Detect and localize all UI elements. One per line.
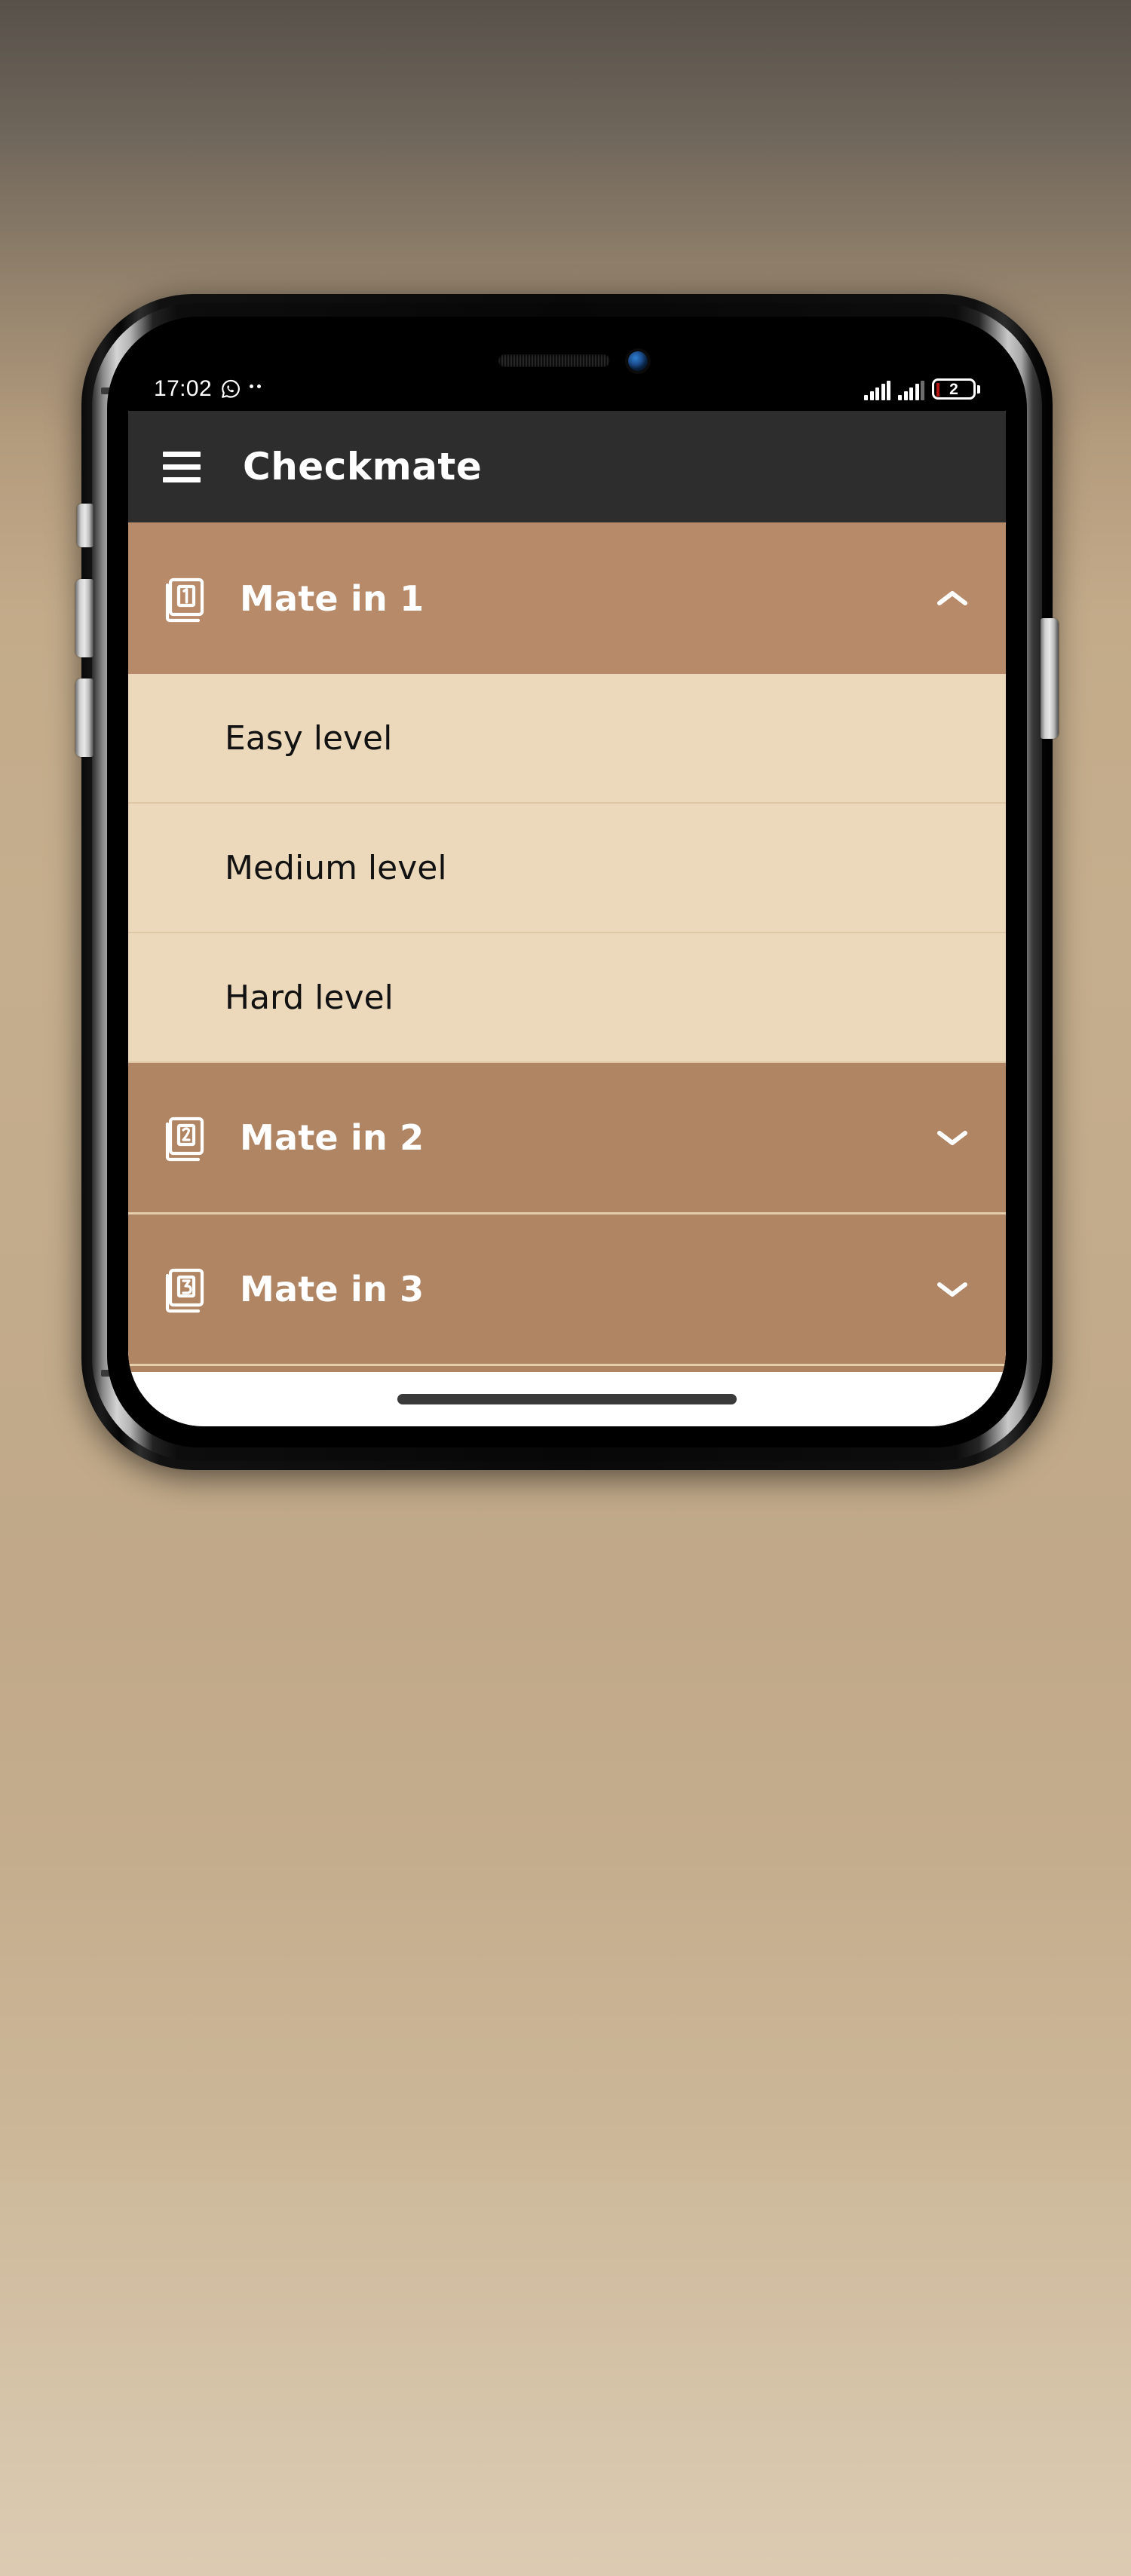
category-label: Mate in 1 <box>240 577 425 619</box>
sub-item-label: Hard level <box>225 978 394 1017</box>
speaker-grille <box>498 354 610 367</box>
phone-screen: 17:02 2 Checkmate Mate in 1 Easy level M… <box>128 338 1006 1426</box>
sub-item-label: Medium level <box>225 848 447 887</box>
whatsapp-icon <box>220 378 241 400</box>
chevron-down-icon[interactable] <box>932 1117 973 1158</box>
notification-dots-icon <box>250 384 262 388</box>
status-time: 17:02 <box>154 376 213 401</box>
sub-item-hard-level[interactable]: Hard level <box>128 933 1006 1063</box>
signal-bars-full-icon <box>864 381 890 400</box>
chevron-down-icon[interactable] <box>932 1269 973 1309</box>
power-button[interactable] <box>1041 618 1059 739</box>
app-content: Checkmate Mate in 1 Easy level Medium le… <box>128 411 1006 1426</box>
category-list[interactable]: Mate in 1 Easy level Medium level Hard l… <box>128 522 1006 1372</box>
phone-device: 17:02 2 Checkmate Mate in 1 Easy level M… <box>75 294 1059 1470</box>
sub-item-label: Easy level <box>225 718 393 758</box>
system-navigation-bar <box>128 1372 1006 1426</box>
home-gesture-pill[interactable] <box>397 1394 737 1404</box>
front-camera <box>628 351 648 371</box>
page-title: Checkmate <box>243 445 483 489</box>
sub-item-easy-level[interactable]: Easy level <box>128 674 1006 804</box>
battery-body: 2 <box>932 378 976 400</box>
card-number-1-icon <box>163 574 222 623</box>
volume-down-button[interactable] <box>75 678 93 757</box>
category-header-mate-in-4-and-more[interactable]: Mate in 4 and more <box>128 1366 1006 1372</box>
battery-cap <box>977 384 980 394</box>
battery-level: 2 <box>949 380 958 398</box>
screen-bezel: 17:02 2 Checkmate Mate in 1 Easy level M… <box>128 338 1006 1426</box>
battery-icon: 2 <box>932 378 980 400</box>
sub-item-medium-level[interactable]: Medium level <box>128 804 1006 933</box>
category-header-mate-in-2[interactable]: Mate in 2 <box>128 1063 1006 1214</box>
category-label: Mate in 3 <box>240 1269 425 1309</box>
app-bar: Checkmate <box>128 411 1006 522</box>
mute-switch[interactable] <box>77 504 93 547</box>
chevron-up-icon[interactable] <box>932 578 973 619</box>
hamburger-menu-icon[interactable] <box>163 451 201 482</box>
signal-bars-partial-icon <box>898 381 924 400</box>
card-number-3-icon <box>163 1264 222 1314</box>
category-header-mate-in-1[interactable]: Mate in 1 <box>128 522 1006 674</box>
status-bar-left: 17:02 <box>154 376 262 401</box>
category-label: Mate in 2 <box>240 1117 425 1158</box>
card-number-2-icon <box>163 1113 222 1162</box>
status-bar-right: 2 <box>864 378 980 400</box>
device-notch <box>405 338 729 397</box>
volume-up-button[interactable] <box>75 579 93 657</box>
category-header-mate-in-3[interactable]: Mate in 3 <box>128 1214 1006 1366</box>
